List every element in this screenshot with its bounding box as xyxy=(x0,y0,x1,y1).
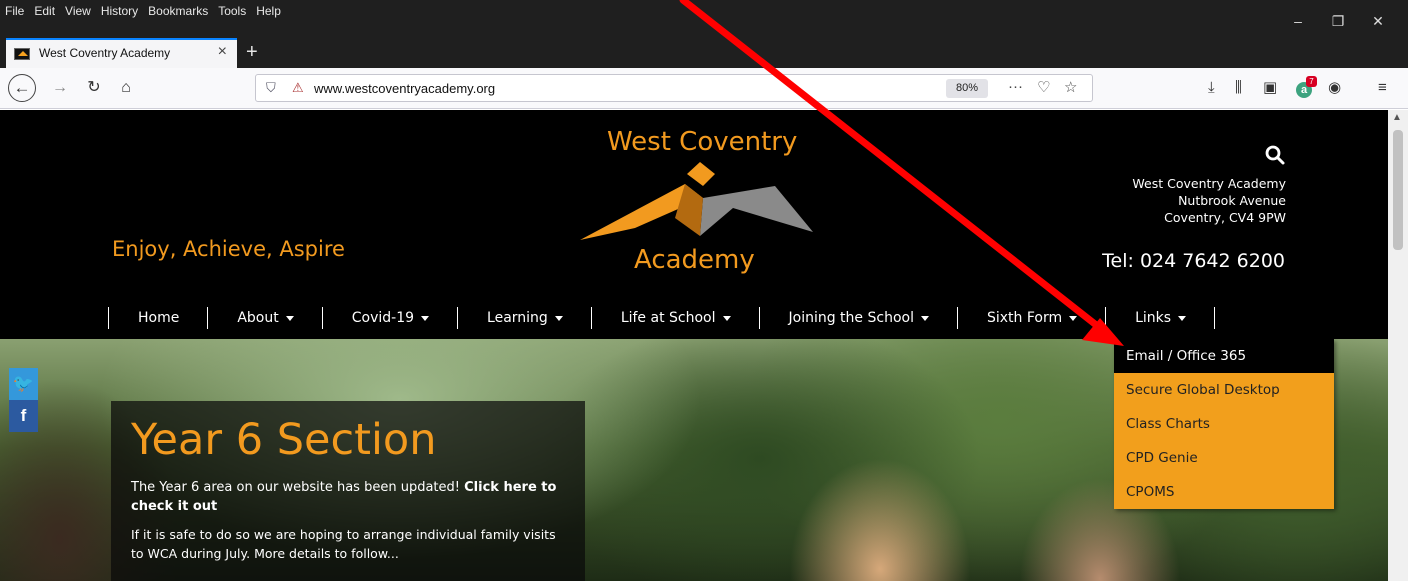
caret-down-icon xyxy=(722,315,731,321)
dropdown-item-class-charts[interactable]: Class Charts xyxy=(1114,407,1334,441)
minimize-button[interactable]: – xyxy=(1278,8,1318,36)
dropdown-item-cpoms[interactable]: CPOMS xyxy=(1114,475,1334,509)
promo-title: Year 6 Section xyxy=(131,415,437,465)
hamburger-menu-icon[interactable]: ≡ xyxy=(1378,74,1387,102)
caret-down-icon xyxy=(1178,315,1187,321)
nav-item-home[interactable]: Home xyxy=(109,306,207,330)
scroll-up-arrow-icon[interactable]: ▲ xyxy=(1392,112,1402,123)
page-actions-button[interactable]: ··· xyxy=(1008,78,1023,95)
nav-item-learning[interactable]: Learning xyxy=(458,306,591,330)
title-bar: File Edit View History Bookmarks Tools H… xyxy=(0,0,1408,36)
site-favicon-icon xyxy=(14,48,30,60)
addon-badge: 7 xyxy=(1306,76,1317,87)
social-links: 🐦 f xyxy=(9,368,38,432)
site-tagline: Enjoy, Achieve, Aspire xyxy=(112,237,345,261)
nav-item-joining-the-school[interactable]: Joining the School xyxy=(760,306,957,330)
main-navigation: Home About Covid-19 Learning Life at Sch… xyxy=(108,306,1216,330)
caret-down-icon xyxy=(554,315,563,321)
caret-down-icon xyxy=(421,315,430,321)
page-scrollbar[interactable]: ▲ xyxy=(1388,110,1408,581)
close-window-button[interactable]: ✕ xyxy=(1358,8,1398,36)
menu-history[interactable]: History xyxy=(96,0,143,20)
address-bar[interactable]: ⛉ ⚠ www.westcoventryacademy.org 80% ··· … xyxy=(255,74,1093,102)
facebook-icon[interactable]: f xyxy=(9,400,38,432)
nav-item-links[interactable]: Links xyxy=(1106,306,1214,330)
nav-item-covid-19[interactable]: Covid-19 xyxy=(323,306,457,330)
dropdown-item-cpd-genie[interactable]: CPD Genie xyxy=(1114,441,1334,475)
school-address: West Coventry Academy Nutbrook Avenue Co… xyxy=(1132,175,1286,226)
promo-subtext: If it is safe to do so we are hoping to … xyxy=(131,527,556,561)
caret-down-icon xyxy=(1069,315,1078,321)
menu-help[interactable]: Help xyxy=(251,0,286,20)
zoom-level-button[interactable]: 80% xyxy=(946,79,988,98)
caret-down-icon xyxy=(285,315,294,321)
nav-item-sixth-form[interactable]: Sixth Form xyxy=(958,306,1105,330)
links-dropdown-menu: Email / Office 365 Secure Global Desktop… xyxy=(1114,339,1334,509)
restore-button[interactable]: ❐ xyxy=(1318,8,1358,36)
caret-down-icon xyxy=(920,315,929,321)
nav-item-life-at-school[interactable]: Life at School xyxy=(592,306,759,330)
lock-icon[interactable]: ⚠ xyxy=(292,80,304,96)
nav-separator xyxy=(1214,307,1216,329)
new-tab-button[interactable]: + xyxy=(246,40,258,64)
url-text[interactable]: www.westcoventryacademy.org xyxy=(314,81,495,96)
back-arrow-icon[interactable]: ← xyxy=(8,74,36,102)
dropdown-item-email-office-365[interactable]: Email / Office 365 xyxy=(1114,339,1334,373)
promo-text: The Year 6 area on our website has been … xyxy=(131,480,557,514)
nav-item-about[interactable]: About xyxy=(208,306,321,330)
pocket-icon[interactable]: ♡ xyxy=(1037,78,1050,96)
menu-tools[interactable]: Tools xyxy=(213,0,251,20)
menu-edit[interactable]: Edit xyxy=(29,0,60,20)
dropdown-item-secure-global-desktop[interactable]: Secure Global Desktop xyxy=(1114,373,1334,407)
scrollbar-thumb[interactable] xyxy=(1393,130,1403,250)
menu-bar: File Edit View History Bookmarks Tools H… xyxy=(0,0,286,20)
twitter-icon[interactable]: 🐦 xyxy=(9,368,38,400)
account-icon[interactable]: ◉ xyxy=(1328,74,1341,102)
star-icon[interactable]: ☆ xyxy=(1064,78,1077,96)
menu-bookmarks[interactable]: Bookmarks xyxy=(143,0,213,20)
address-line: West Coventry Academy xyxy=(1132,176,1286,191)
forward-arrow-icon[interactable]: → xyxy=(48,74,72,102)
logo-text-bottom[interactable]: Academy xyxy=(634,245,755,275)
web-page: Enjoy, Achieve, Aspire West Coventry Aca… xyxy=(0,110,1388,581)
download-icon[interactable]: ⤓ xyxy=(1208,74,1215,102)
logo-mark-icon[interactable] xyxy=(575,162,815,247)
logo-text-top[interactable]: West Coventry xyxy=(607,127,797,157)
address-line: Nutbrook Avenue xyxy=(1178,193,1286,208)
telephone-number: Tel: 024 7642 6200 xyxy=(1102,250,1285,272)
sidebar-icon[interactable]: ▣ xyxy=(1263,74,1277,102)
browser-tab[interactable]: West Coventry Academy × xyxy=(6,38,237,68)
tab-close-button[interactable]: × xyxy=(218,43,227,61)
menu-view[interactable]: View xyxy=(60,0,96,20)
address-line: Coventry, CV4 9PW xyxy=(1164,210,1286,225)
home-icon[interactable]: ⌂ xyxy=(114,74,138,102)
navigation-toolbar: ← → ↻ ⌂ ⛉ ⚠ www.westcoventryacademy.org … xyxy=(0,68,1408,109)
reload-icon[interactable]: ↻ xyxy=(82,74,106,102)
shield-icon[interactable]: ⛉ xyxy=(266,80,276,96)
menu-file[interactable]: File xyxy=(0,0,29,20)
search-icon[interactable] xyxy=(1264,144,1286,166)
promo-box: Year 6 Section The Year 6 area on our we… xyxy=(111,401,585,581)
tab-title: West Coventry Academy xyxy=(39,46,171,60)
library-icon[interactable]: ⫼ xyxy=(1235,74,1242,102)
browser-chrome: File Edit View History Bookmarks Tools H… xyxy=(0,0,1408,109)
